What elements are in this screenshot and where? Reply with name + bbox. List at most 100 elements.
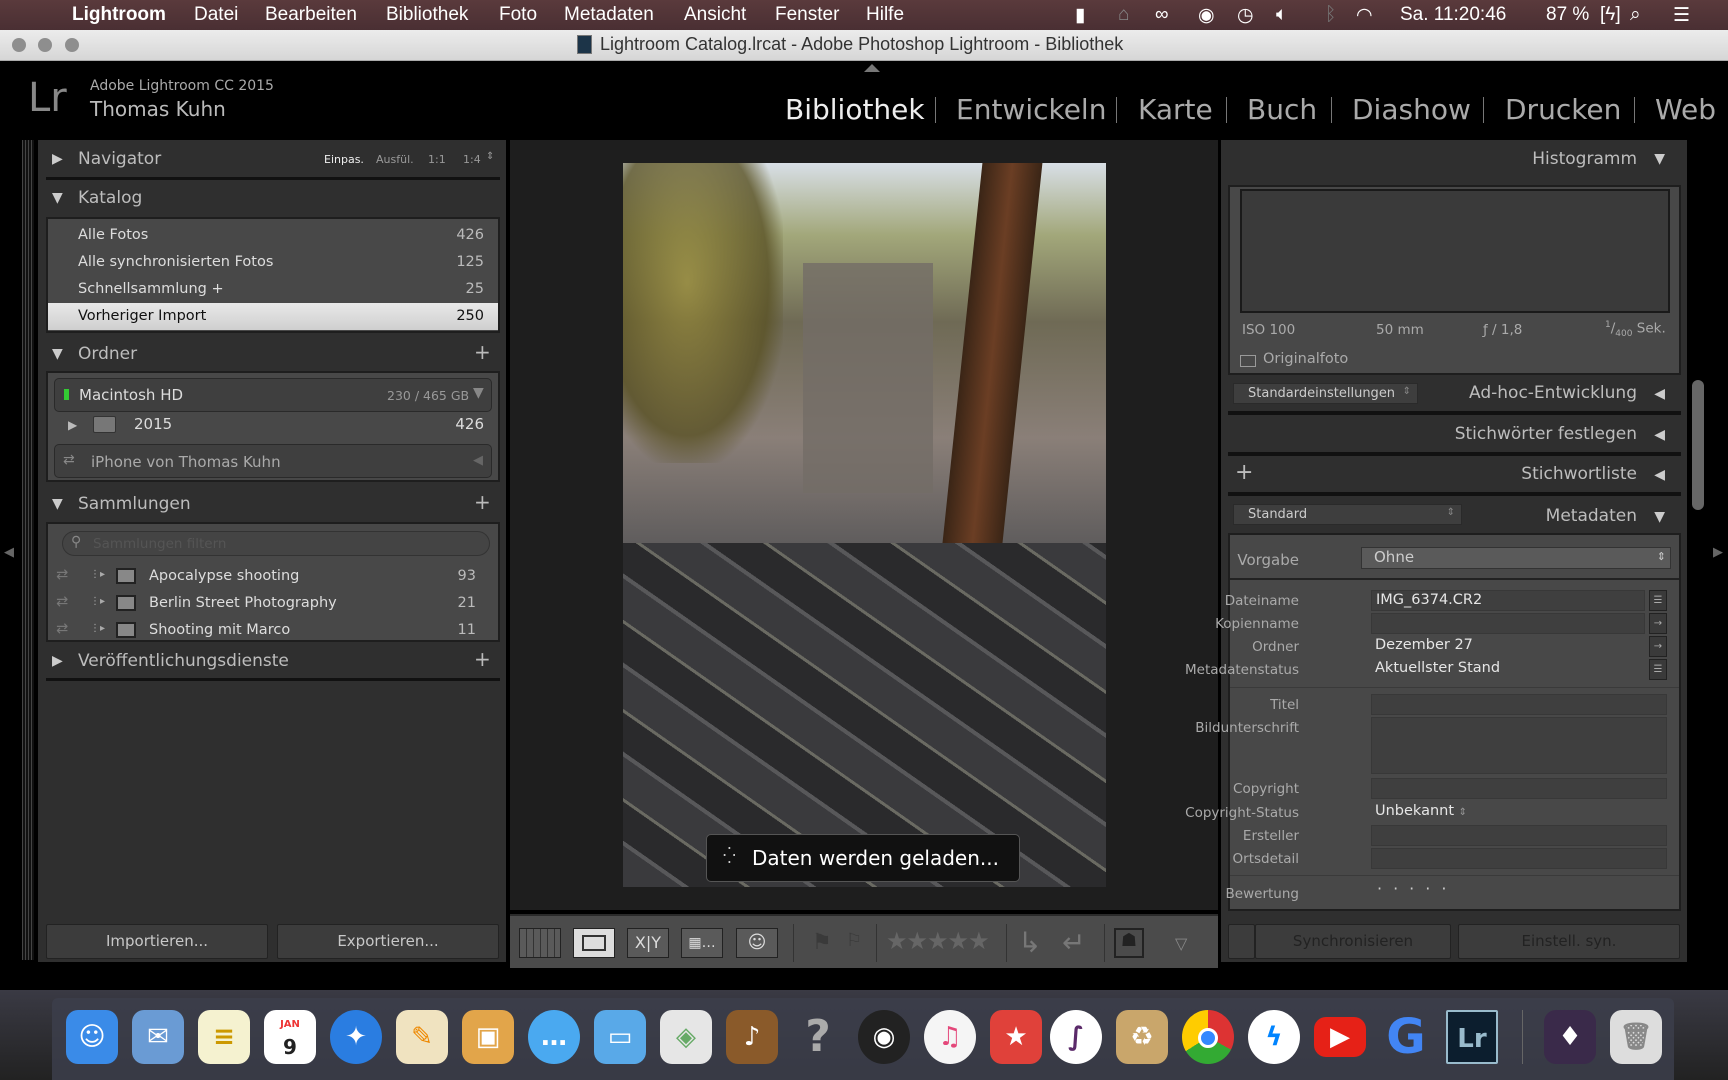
metadata-view-select[interactable]: Standard ⇕ — [1233, 504, 1462, 525]
expand-icon[interactable]: ▶ — [52, 151, 63, 167]
loupe-view-button[interactable] — [573, 928, 615, 958]
battery-icon[interactable]: [ϟ] — [1600, 4, 1621, 26]
calendar-icon[interactable]: JAN 9 — [264, 1010, 316, 1064]
list-icon[interactable]: ☰ — [1649, 590, 1667, 611]
arrow-right-icon[interactable]: → — [1649, 636, 1667, 657]
collections-filter[interactable]: ⚲ Sammlungen filtern — [62, 531, 490, 556]
collapse-icon[interactable]: ▼ — [1654, 509, 1665, 525]
volume-row[interactable]: Macintosh HD 230 / 465 GB ▼ — [54, 378, 492, 412]
mail-icon[interactable]: ✉ — [132, 1010, 184, 1064]
toolbar-content-menu-icon[interactable]: ▽ — [1175, 934, 1187, 953]
menu-hilfe[interactable]: Hilfe — [866, 4, 904, 26]
zoom-1-1[interactable]: 1:1 — [428, 153, 446, 166]
catalog-item[interactable]: Alle Fotos 426 — [48, 222, 498, 249]
left-panel-scrollbar[interactable] — [22, 140, 34, 960]
zoom-button[interactable] — [65, 38, 79, 52]
device-row[interactable]: ⇄ iPhone von Thomas Kuhn ◀ — [54, 444, 492, 478]
folder-name[interactable]: 2015 — [134, 415, 172, 433]
catalog-item-selected[interactable]: Vorheriger Import 250 — [48, 303, 498, 330]
sync-button[interactable]: Synchronisieren — [1255, 924, 1451, 959]
notification-center-icon[interactable]: ☰ — [1673, 4, 1690, 27]
unknown-app-icon[interactable]: ? — [792, 1010, 844, 1064]
keynote-icon[interactable]: ▭ — [594, 1010, 646, 1064]
creative-cloud-icon[interactable]: ∞ — [1155, 4, 1169, 26]
messenger-icon[interactable]: ϟ — [1248, 1010, 1300, 1064]
collapse-icon[interactable]: ▼ — [52, 496, 63, 512]
title-field[interactable] — [1371, 694, 1667, 715]
keyword-list-header[interactable]: Stichwortliste — [1521, 464, 1637, 484]
sync-settings-button[interactable]: Einstell. syn. — [1458, 924, 1680, 959]
caption-field[interactable] — [1371, 717, 1667, 774]
wifi-icon[interactable]: ◠ — [1356, 4, 1373, 27]
collapse-icon[interactable]: ▼ — [52, 190, 63, 206]
catalog-item[interactable]: Schnellsammlung + 25 — [48, 276, 498, 303]
keywording-header[interactable]: Stichwörter festlegen — [1455, 424, 1637, 444]
original-photo-checkbox[interactable] — [1240, 355, 1256, 367]
module-drucken[interactable]: Drucken — [1505, 93, 1621, 126]
menu-datei[interactable]: Datei — [194, 4, 238, 26]
expand-icon[interactable]: ◀ — [1654, 427, 1665, 443]
collapse-icon[interactable]: ▼ — [1654, 151, 1665, 167]
rotate-right-icon[interactable]: ↳ — [1018, 926, 1041, 959]
app-icon[interactable]: ∫ — [1050, 1010, 1102, 1064]
reject-flag-icon[interactable]: ⚐ — [846, 930, 862, 951]
location-field[interactable] — [1371, 848, 1667, 869]
collapse-top-panel-icon[interactable] — [864, 64, 880, 72]
survey-view-button[interactable]: ▦… — [681, 928, 723, 958]
notes-icon[interactable]: ≡ — [198, 1010, 250, 1064]
auto-sync-toggle[interactable] — [1228, 924, 1255, 959]
photo-booth-icon[interactable]: ◉ — [858, 1010, 910, 1064]
wunderlist-icon[interactable]: ★ — [990, 1010, 1042, 1064]
pages-icon[interactable]: ✎ — [396, 1010, 448, 1064]
sync-icon[interactable]: ◉ — [1198, 4, 1215, 27]
add-publish-service-icon[interactable]: + — [474, 647, 491, 671]
rating-dots[interactable]: ····· — [1377, 879, 1457, 898]
creator-field[interactable] — [1371, 825, 1667, 846]
people-view-button[interactable]: ☺ — [736, 928, 778, 958]
publish-services-header[interactable]: Veröffentlichungsdienste — [78, 651, 289, 671]
menu-bibliothek[interactable]: Bibliothek — [386, 4, 468, 26]
module-karte[interactable]: Karte — [1138, 93, 1213, 126]
collapse-right-panel-icon[interactable]: ▶ — [1713, 545, 1723, 560]
time-machine-icon[interactable]: ◷ — [1237, 4, 1254, 27]
filename-field[interactable]: IMG_6374.CR2 — [1371, 590, 1645, 611]
module-entwickeln[interactable]: Entwickeln — [956, 93, 1106, 126]
compare-view-button[interactable]: X|Y — [627, 928, 669, 958]
clock[interactable]: Sa. 11:20:46 — [1400, 4, 1506, 26]
list-icon[interactable]: ☰ — [1649, 659, 1667, 680]
menu-metadaten[interactable]: Metadaten — [564, 4, 654, 26]
chrome-icon[interactable] — [1182, 1010, 1234, 1064]
itunes-icon[interactable]: ♫ — [924, 1010, 976, 1064]
menu-app[interactable]: Lightroom — [72, 4, 166, 26]
copy-name-field[interactable] — [1371, 613, 1645, 634]
expand-icon[interactable]: ◀ — [1654, 467, 1665, 483]
metadata-preset-select[interactable]: Ohne ⇕ — [1361, 547, 1671, 569]
flag-icon[interactable]: ⚑ — [812, 930, 832, 955]
expand-icon[interactable]: ▶ — [68, 418, 77, 432]
quick-develop-header[interactable]: Ad-hoc-Entwicklung — [1469, 383, 1637, 403]
collection-item[interactable]: ⇄ ⋮▸ Apocalypse shooting 93 — [48, 563, 498, 590]
quick-develop-preset-select[interactable]: Standardeinstellungen ⇕ — [1233, 383, 1418, 404]
expand-icon[interactable]: ▶ — [52, 653, 63, 669]
zoom-fill[interactable]: Ausfül. — [376, 153, 414, 166]
trash-icon[interactable]: 🗑︎ — [1610, 1010, 1662, 1064]
messages-icon[interactable]: … — [528, 1010, 580, 1064]
catalog-header[interactable]: Katalog — [78, 188, 142, 208]
add-folder-icon[interactable]: + — [474, 340, 491, 364]
menu-fenster[interactable]: Fenster — [775, 4, 839, 26]
zoom-1-4[interactable]: 1:4 — [463, 153, 481, 166]
minimize-button[interactable] — [38, 38, 52, 52]
zoom-stepper-icon[interactable]: ⇕ — [486, 151, 494, 162]
catalog-item[interactable]: Alle synchronisierten Fotos 125 — [48, 249, 498, 276]
google-icon[interactable]: G — [1380, 1010, 1432, 1064]
folders-header[interactable]: Ordner — [78, 344, 137, 364]
histogram-header[interactable]: Histogramm — [1532, 149, 1637, 169]
youtube-icon[interactable]: ▶ — [1314, 1017, 1366, 1057]
copyright-status-select[interactable]: Unbekannt ⇕ — [1371, 802, 1667, 823]
dropdown-icon[interactable]: ▼ — [473, 385, 484, 401]
collections-header[interactable]: Sammlungen — [78, 494, 191, 514]
memory-icon[interactable]: ▮ — [1075, 4, 1085, 27]
close-button[interactable] — [12, 38, 26, 52]
menu-foto[interactable]: Foto — [499, 4, 537, 26]
lightroom-dock-icon[interactable]: Lr — [1446, 1010, 1498, 1064]
